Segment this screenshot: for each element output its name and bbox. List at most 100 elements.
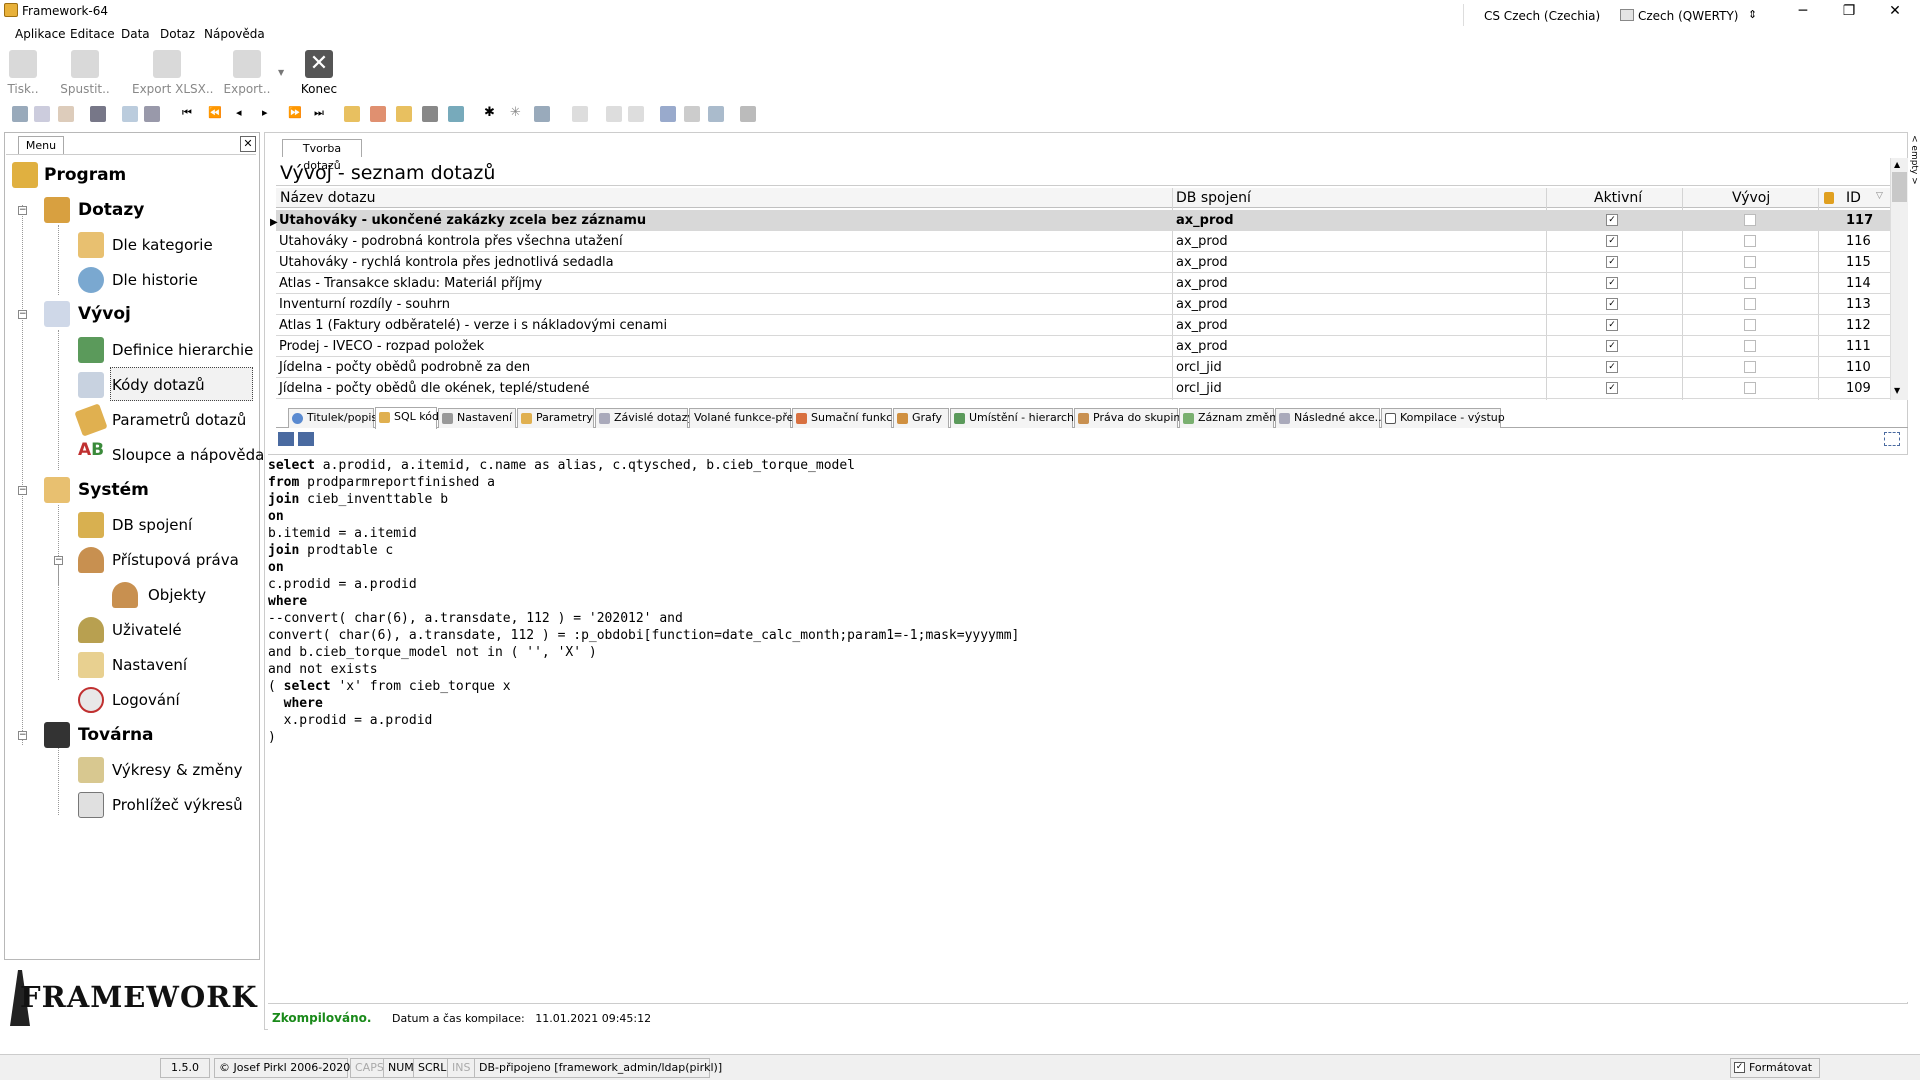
tab-nasledne[interactable]: Následné akce.. — [1275, 408, 1382, 428]
table-row[interactable]: Utahováky - rychlá kontrola přes jednotl… — [276, 252, 1892, 273]
tab-sumacni[interactable]: Sumační funkce — [792, 408, 899, 428]
active-checkbox[interactable]: ✓ — [1606, 277, 1618, 289]
tab-zavisle[interactable]: Závislé dotazy — [595, 408, 694, 428]
run-button[interactable]: Spustit.. — [50, 46, 120, 100]
refresh-icon[interactable] — [448, 106, 464, 122]
grid-scrollbar[interactable]: ▲ ▼ — [1890, 158, 1908, 400]
cut-icon[interactable] — [12, 106, 28, 122]
tab-kompilace[interactable]: Kompilace - výstup — [1381, 408, 1505, 428]
tab-prava[interactable]: Práva do skupin — [1074, 408, 1180, 428]
active-checkbox[interactable]: ✓ — [1606, 256, 1618, 268]
format-checkbox[interactable]: ✓ — [1734, 1062, 1745, 1073]
dev-checkbox[interactable] — [1744, 298, 1756, 310]
last-record-icon[interactable]: ⏭ — [314, 106, 324, 120]
tab-zaznam[interactable]: Záznam změn — [1179, 408, 1276, 428]
table-row[interactable]: Atlas 1 (Faktury odběratelé) - verze i s… — [276, 315, 1892, 336]
tree-uzivatele[interactable]: Uživatelé — [112, 621, 182, 639]
table-row[interactable]: Atlas - Transakce skladu: Materiál příjm… — [276, 273, 1892, 294]
col-db-header[interactable]: DB spojení — [1176, 190, 1251, 206]
collapse-icon[interactable]: − — [54, 556, 63, 565]
input-language[interactable]: CS Czech (Czechia) — [1484, 9, 1600, 23]
scroll-thumb[interactable] — [1892, 172, 1907, 202]
table-row[interactable]: Utahováky - ukončené zakázky zcela bez z… — [276, 210, 1892, 231]
tree-kody-dotazu[interactable]: Kódy dotazů — [112, 376, 205, 394]
indent-code-icon[interactable] — [278, 432, 294, 446]
menu-data[interactable]: Data — [121, 27, 150, 41]
filter-icon[interactable] — [534, 106, 550, 122]
table-row[interactable]: Utahováky - podrobná kontrola přes všech… — [276, 231, 1892, 252]
find-icon[interactable] — [122, 106, 138, 122]
check-icon[interactable] — [684, 106, 700, 122]
tree-dotazy[interactable]: Dotazy — [78, 200, 144, 220]
dev-checkbox[interactable] — [1744, 277, 1756, 289]
sql-code[interactable]: select a.prodid, a.itemid, c.name as ali… — [268, 457, 1019, 746]
tree-prohlizec[interactable]: Prohlížeč výkresů — [112, 796, 243, 814]
collapse-icon[interactable]: − — [18, 206, 27, 215]
sort-icon[interactable]: ▽ — [1876, 191, 1883, 201]
dev-checkbox[interactable] — [1744, 340, 1756, 352]
side-panel-label[interactable]: < empty > — [1909, 135, 1919, 185]
close-icon[interactable]: ✕ — [240, 136, 256, 152]
dev-checkbox[interactable] — [1744, 256, 1756, 268]
save-icon[interactable] — [422, 106, 438, 122]
tree-sloupce-napoveda[interactable]: Sloupce a nápověda — [112, 446, 264, 464]
insert-record-icon[interactable] — [344, 106, 360, 122]
format-toggle[interactable]: ✓ Formátovat — [1730, 1058, 1820, 1078]
active-checkbox[interactable]: ✓ — [1606, 340, 1618, 352]
col-dev-header[interactable]: Vývoj — [1732, 190, 1770, 206]
scroll-up-icon[interactable]: ▲ — [1894, 160, 1900, 169]
dev-checkbox[interactable] — [1744, 235, 1756, 247]
tree-tovarna[interactable]: Továrna — [78, 725, 154, 745]
tree-logovani[interactable]: Logování — [112, 691, 180, 709]
active-checkbox[interactable]: ✓ — [1606, 319, 1618, 331]
export-button[interactable]: Export.. — [212, 46, 282, 100]
tree-vykresy[interactable]: Výkresy & změny — [112, 761, 243, 779]
outdent-icon[interactable] — [628, 106, 644, 122]
export-xlsx-button[interactable]: Export XLSX.. — [132, 46, 213, 100]
table-row[interactable]: Jídelna - počty obědů dle okének, teplé/… — [276, 378, 1892, 399]
tab-nastaveni[interactable]: Nastavení — [438, 408, 516, 428]
tree-system[interactable]: Systém — [78, 480, 149, 500]
dev-checkbox[interactable] — [1744, 361, 1756, 373]
tree-db-spojeni[interactable]: DB spojení — [112, 516, 192, 534]
paste-icon[interactable] — [58, 106, 74, 122]
table-icon[interactable] — [660, 106, 676, 122]
close-app-button[interactable]: ✕ Konec — [284, 46, 354, 100]
col-name-header[interactable]: Název dotazu — [280, 190, 376, 206]
indent-icon[interactable] — [606, 106, 622, 122]
document-tab[interactable]: Tvorba dotazů — [282, 139, 362, 172]
tree-definice-hierarchie[interactable]: Definice hierarchie — [112, 341, 253, 359]
grid-icon[interactable] — [90, 106, 106, 122]
tab-sql[interactable]: SQL kód — [375, 407, 439, 429]
star-icon[interactable]: ✱ — [484, 105, 495, 120]
col-id-header[interactable]: ID — [1846, 190, 1861, 206]
active-checkbox[interactable]: ✓ — [1606, 298, 1618, 310]
tree-parametru-dotazu[interactable]: Parametrů dotazů — [112, 411, 246, 429]
prev-record-icon[interactable]: ◂ — [236, 106, 242, 119]
star-outline-icon[interactable]: ✳ — [510, 105, 521, 120]
tab-grafy[interactable]: Grafy — [893, 408, 949, 428]
replace-icon[interactable] — [144, 106, 160, 122]
prev-page-icon[interactable]: ⏪ — [208, 106, 222, 119]
collapse-icon[interactable]: − — [18, 486, 27, 495]
table-row[interactable]: Jídelna - počty obědů podrobně za den orc… — [276, 357, 1892, 378]
tree-pristupova-prava[interactable]: Přístupová práva — [112, 551, 239, 569]
delete-record-icon[interactable] — [370, 106, 386, 122]
next-page-icon[interactable]: ⏩ — [288, 106, 302, 119]
active-checkbox[interactable]: ✓ — [1606, 214, 1618, 226]
eye-icon[interactable] — [708, 106, 724, 122]
active-checkbox[interactable]: ✓ — [1606, 361, 1618, 373]
minimize-button[interactable]: ─ — [1780, 0, 1826, 22]
menu-dotaz[interactable]: Dotaz — [160, 27, 195, 41]
menu-editace[interactable]: Editace — [70, 27, 115, 41]
tree-nastaveni[interactable]: Nastavení — [112, 656, 187, 674]
close-window-button[interactable]: ✕ — [1872, 0, 1918, 22]
tab-volane[interactable]: Volané funkce-před — [689, 408, 800, 428]
tree-dle-kategorie[interactable]: Dle kategorie — [112, 236, 213, 254]
scroll-down-icon[interactable]: ▼ — [1894, 386, 1900, 395]
first-record-icon[interactable]: ⏮ — [182, 106, 192, 120]
tab-umisteni[interactable]: Umístění - hierarchie — [950, 408, 1084, 428]
col-active-header[interactable]: Aktivní — [1594, 190, 1642, 206]
tree-vyvoj[interactable]: Vývoj — [78, 304, 131, 324]
menu-napoveda[interactable]: Nápověda — [204, 27, 265, 41]
